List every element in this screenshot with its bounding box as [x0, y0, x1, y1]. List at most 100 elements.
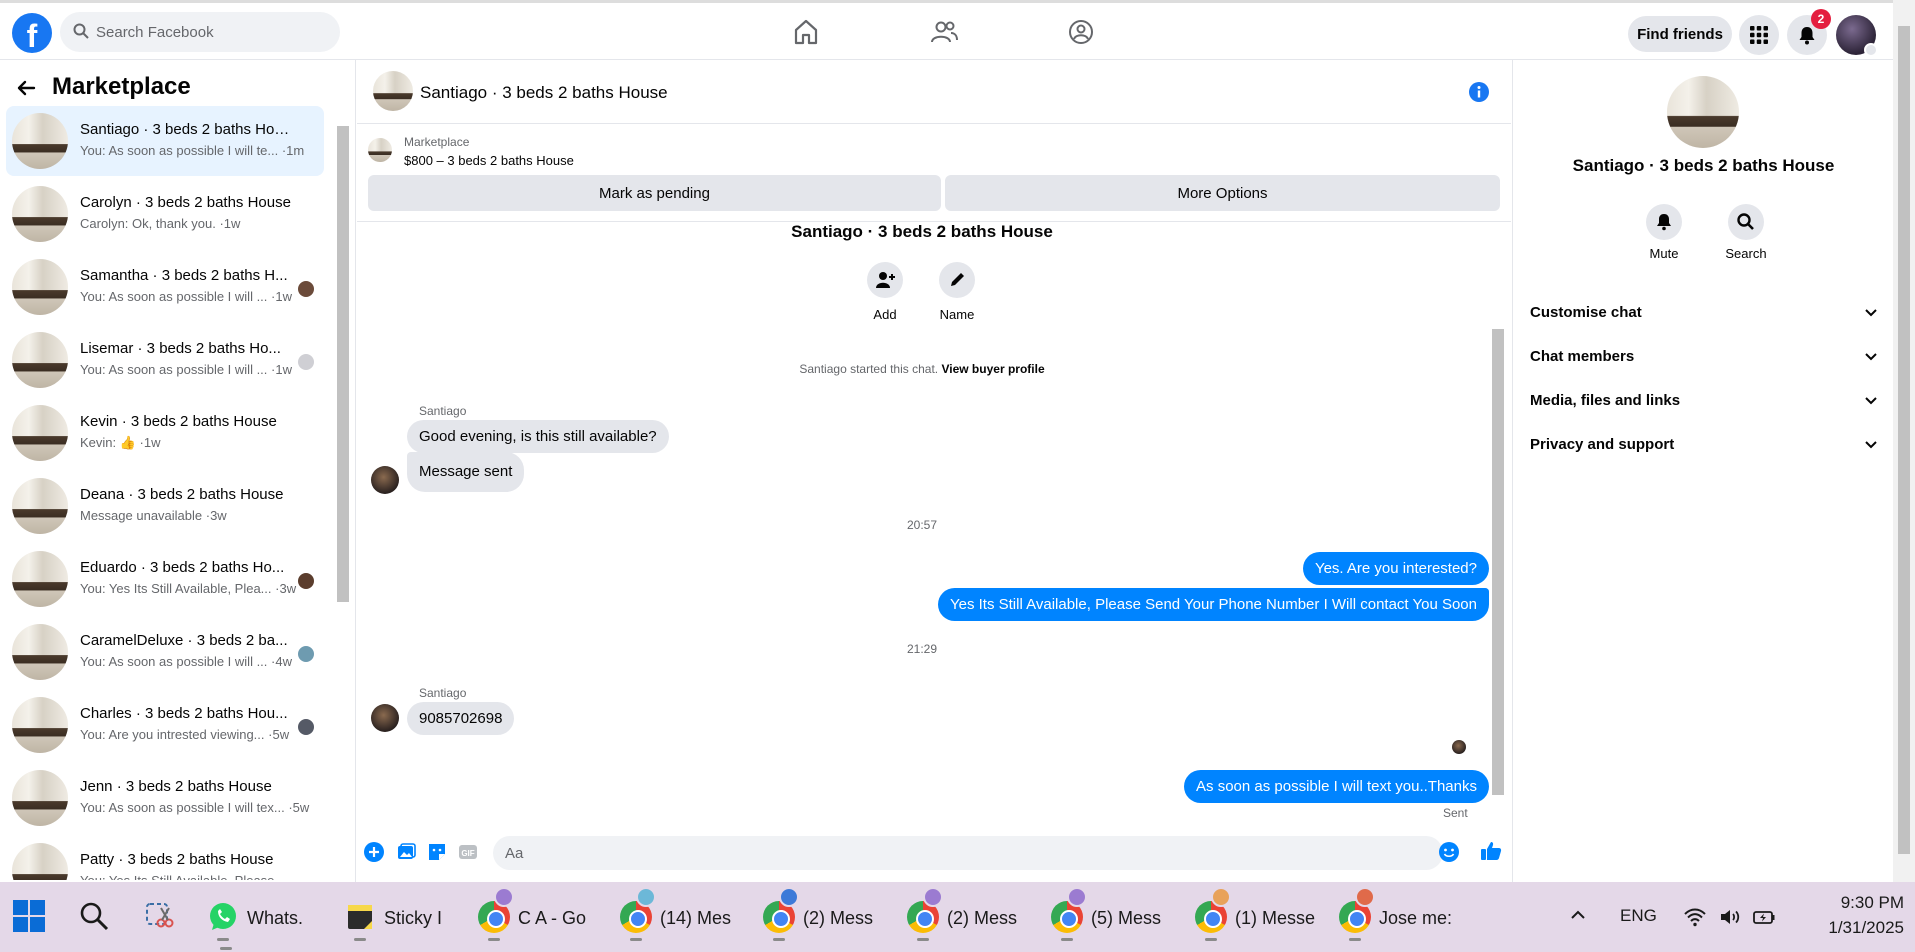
chat-list-item-name: Jenn · 3 beds 2 baths House — [80, 778, 272, 795]
windows-start-icon[interactable] — [12, 899, 46, 933]
language-indicator[interactable]: ENG — [1620, 906, 1657, 926]
taskbar-app[interactable]: (1) Messe — [1195, 887, 1325, 942]
bell-icon — [1799, 27, 1815, 45]
details-title: Santiago · 3 beds 2 baths House — [1572, 156, 1835, 175]
groups-icon[interactable] — [1066, 17, 1096, 47]
message-bubble-incoming[interactable]: 9085702698 — [407, 702, 515, 735]
more-options-button[interactable]: More Options — [945, 175, 1500, 211]
profile-avatar[interactable] — [1836, 15, 1878, 57]
chevron-down-icon — [1864, 43, 1878, 57]
taskbar-app[interactable]: (2) Mess — [907, 887, 1037, 942]
taskbar-app[interactable]: Sticky I — [344, 892, 474, 942]
listing-bar: Marketplace $800 – 3 beds 2 baths House … — [357, 124, 1511, 222]
details-avatar[interactable] — [1667, 76, 1739, 148]
details-section-toggle[interactable]: Media, files and links — [1527, 382, 1881, 418]
chat-avatar[interactable] — [373, 71, 413, 111]
chat-list-item-name: Carolyn · 3 beds 2 baths House — [80, 194, 291, 211]
photo-icon[interactable] — [395, 841, 417, 863]
page-scrollbar[interactable] — [1893, 0, 1915, 882]
taskbar-app[interactable]: C A - Go — [478, 887, 608, 942]
listing-label: Marketplace — [404, 135, 470, 149]
sender-avatar[interactable] — [371, 704, 399, 732]
clock-date[interactable]: 1/31/2025 — [1800, 918, 1904, 938]
chat-list-item-preview: You: As soon as possible I will te... ·1… — [80, 143, 305, 158]
search-input[interactable] — [96, 12, 326, 52]
taskbar-app[interactable]: (5) Mess — [1051, 887, 1181, 942]
taskbar-app-label: (1) Messe — [1235, 908, 1316, 928]
details-section-toggle[interactable]: Privacy and support — [1527, 426, 1881, 462]
message-bubble-outgoing[interactable]: Yes. Are you interested? — [1302, 552, 1489, 585]
chat-list: Santiago · 3 beds 2 baths House You: As s… — [0, 106, 330, 880]
chat-details-panel: Santiago · 3 beds 2 baths House Mute Sea… — [1512, 60, 1893, 882]
facebook-logo-icon[interactable]: f — [12, 13, 52, 53]
taskbar-app[interactable]: (14) Mes — [620, 887, 750, 942]
battery-charging-icon[interactable] — [1752, 905, 1776, 929]
listing-thumbnail[interactable] — [368, 138, 392, 162]
chat-list-item[interactable]: Samantha · 3 beds 2 baths H... You: As so… — [6, 252, 324, 322]
chat-list-item[interactable]: Patty · 3 beds 2 baths House You: Yes Its… — [6, 836, 324, 880]
name-label: Name — [939, 307, 975, 322]
taskbar-app[interactable]: Jose me: — [1339, 887, 1469, 942]
chat-list-item-name: Patty · 3 beds 2 baths House — [80, 851, 274, 868]
chat-list-item[interactable]: Santiago · 3 beds 2 baths House You: As s… — [6, 106, 324, 176]
chat-list-item-preview: You: As soon as possible I will ... ·1w — [80, 289, 292, 304]
chat-list-item[interactable]: Eduardo · 3 beds 2 baths Ho... You: Yes I… — [6, 544, 324, 614]
sidebar-scrollbar[interactable] — [334, 112, 352, 882]
chat-list-item[interactable]: CaramelDeluxe · 3 beds 2 ba... You: As so… — [6, 617, 324, 687]
back-arrow-icon[interactable] — [14, 76, 38, 100]
chat-list-item[interactable]: Kevin · 3 beds 2 baths House Kevin: 👍 ·1w — [6, 398, 324, 468]
wifi-icon[interactable] — [1683, 905, 1707, 929]
listing-price[interactable]: $800 – 3 beds 2 baths House — [404, 153, 574, 168]
sender-avatar[interactable] — [371, 466, 399, 494]
search-in-chat-action[interactable]: Search — [1716, 204, 1776, 261]
message-bubble-outgoing[interactable]: As soon as possible I will text you..Tha… — [1184, 770, 1489, 803]
details-section-label: Customise chat — [1530, 304, 1642, 321]
message-bubble-incoming[interactable]: Good evening, is this still available? — [407, 420, 669, 453]
view-buyer-profile-link[interactable]: View buyer profile — [941, 362, 1044, 376]
info-icon[interactable] — [1468, 81, 1490, 103]
gif-icon[interactable]: GIF — [457, 841, 479, 863]
emoji-icon[interactable] — [1438, 841, 1460, 863]
message-thread: Santiago · 3 beds 2 baths House Add Name… — [357, 222, 1489, 822]
chat-list-item[interactable]: Jenn · 3 beds 2 baths House You: As soon … — [6, 763, 324, 833]
snipping-tool-icon[interactable] — [143, 900, 175, 932]
listing-thumbnail — [12, 697, 68, 753]
chat-list-item[interactable]: Lisemar · 3 beds 2 baths Ho... You: As so… — [6, 325, 324, 395]
chat-list-item[interactable]: Charles · 3 beds 2 baths Hou... You: Are … — [6, 690, 324, 760]
thumbs-up-icon[interactable] — [1479, 839, 1503, 863]
friends-icon[interactable] — [929, 17, 959, 47]
home-icon[interactable] — [791, 17, 821, 47]
details-section-toggle[interactable]: Customise chat — [1527, 294, 1881, 330]
search-box[interactable] — [60, 12, 340, 52]
chat-list-item[interactable]: Deana · 3 beds 2 baths House Message unav… — [6, 471, 324, 541]
taskbar-app[interactable]: Whats. — [207, 892, 337, 942]
listing-thumbnail — [12, 624, 68, 680]
message-input[interactable] — [493, 836, 1443, 870]
find-friends-button[interactable]: Find friends — [1628, 16, 1732, 52]
listing-thumbnail — [12, 478, 68, 534]
chat-list-item-name: Santiago · 3 beds 2 baths House — [80, 121, 292, 138]
chat-title[interactable]: Santiago · 3 beds 2 baths House — [420, 83, 668, 103]
sender-name: Santiago — [419, 686, 467, 700]
taskbar-search-icon[interactable] — [78, 900, 110, 932]
clock-time[interactable]: 9:30 PM — [1800, 893, 1904, 913]
menu-button[interactable] — [1739, 15, 1779, 55]
chevron-up-icon[interactable] — [1568, 905, 1588, 925]
plus-icon[interactable] — [363, 841, 385, 863]
search-icon — [73, 23, 89, 39]
volume-icon[interactable] — [1718, 905, 1742, 929]
chevron-down-icon — [1865, 309, 1877, 317]
mark-as-pending-button[interactable]: Mark as pending — [368, 175, 941, 211]
search-label: Search — [1725, 246, 1767, 261]
mute-action[interactable]: Mute — [1634, 204, 1694, 261]
taskbar-app[interactable]: (2) Mess — [763, 887, 893, 942]
add-people-action[interactable]: Add — [850, 262, 920, 322]
chat-list-item-preview: You: As soon as possible I will ... ·4w — [80, 654, 292, 669]
sticker-icon[interactable] — [426, 841, 448, 863]
message-bubble-incoming[interactable]: Message sent — [407, 452, 525, 492]
messages-scrollbar[interactable] — [1487, 222, 1509, 822]
details-section-toggle[interactable]: Chat members — [1527, 338, 1881, 374]
message-bubble-outgoing[interactable]: Yes Its Still Available, Please Send You… — [937, 588, 1489, 621]
name-chat-action[interactable]: Name — [922, 262, 992, 322]
chat-list-item[interactable]: Carolyn · 3 beds 2 baths House Carolyn: O… — [6, 179, 324, 249]
